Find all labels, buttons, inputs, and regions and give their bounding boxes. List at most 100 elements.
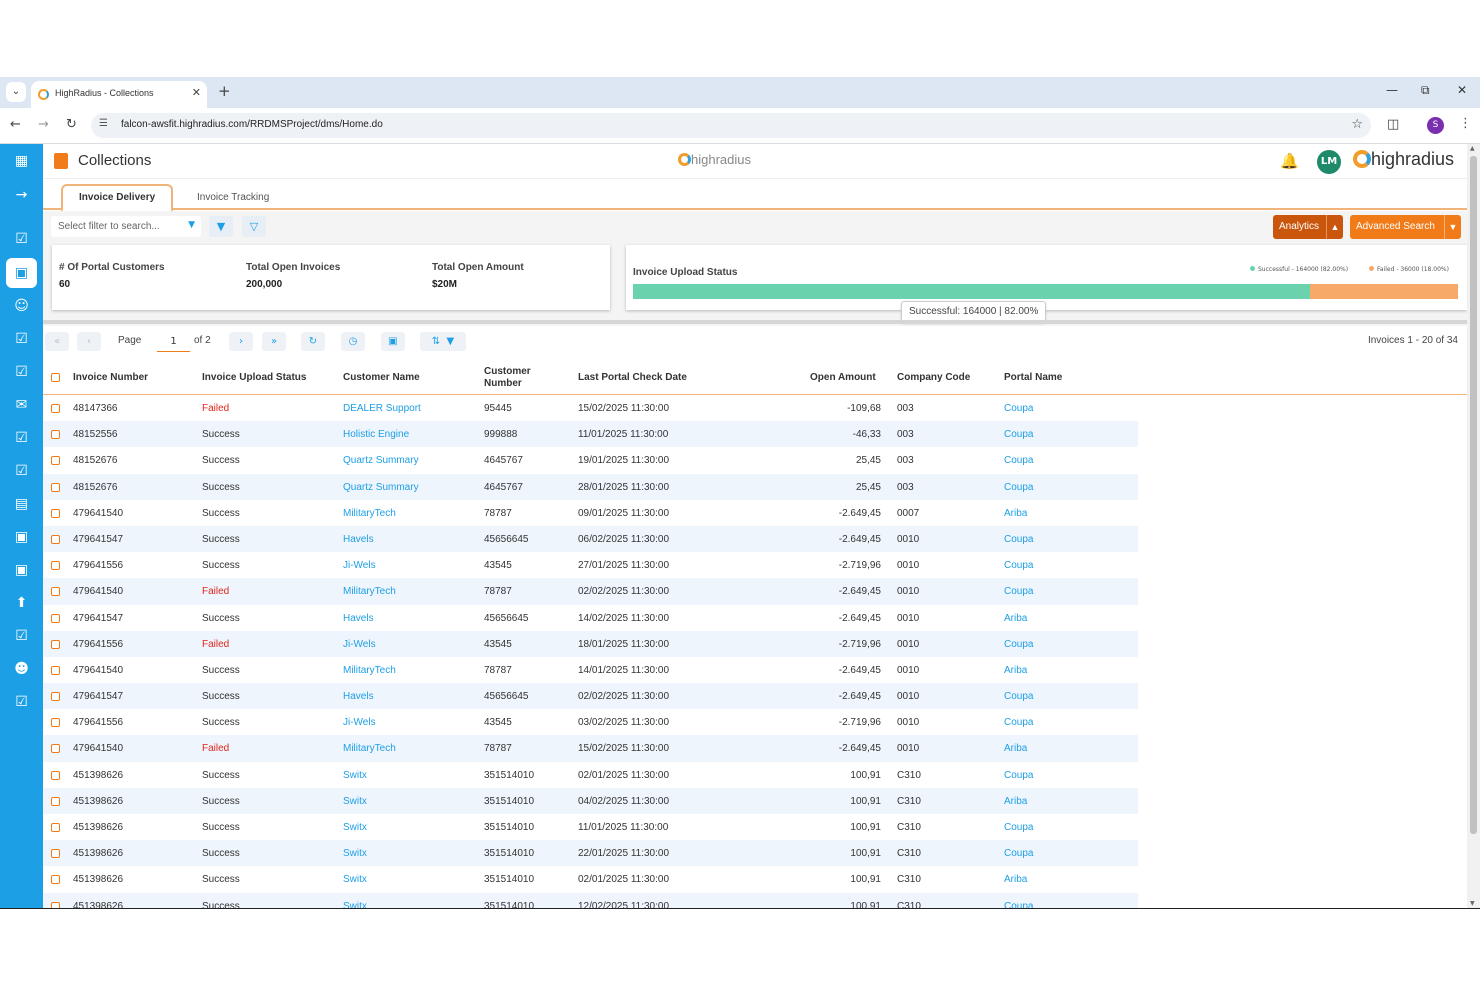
- customer-name-link[interactable]: MilitaryTech: [343, 665, 396, 676]
- reload-icon[interactable]: ↻: [66, 117, 77, 132]
- user-avatar[interactable]: LM: [1317, 150, 1341, 174]
- portal-name-link[interactable]: Coupa: [1004, 822, 1033, 833]
- customer-name-link[interactable]: Quartz Summary: [343, 455, 419, 466]
- table-row[interactable]: 451398626 Success Switx 351514010 04/02/2025…: [43, 787, 1138, 814]
- advanced-search-button[interactable]: Advanced Search ▼: [1350, 215, 1461, 239]
- chevron-up-icon[interactable]: ▲: [1326, 215, 1343, 239]
- last-page-icon[interactable]: »: [262, 332, 286, 351]
- profile-avatar[interactable]: S: [1427, 117, 1444, 134]
- sort-button[interactable]: ⇅ ▼: [420, 332, 466, 351]
- url-field[interactable]: ☰ falcon-awsfit.highradius.com/RRDMSProj…: [91, 113, 1371, 138]
- row-checkbox[interactable]: [51, 613, 60, 623]
- portal-name-link[interactable]: Coupa: [1004, 429, 1033, 440]
- checklist-icon[interactable]: ☑: [0, 324, 43, 354]
- extensions-icon[interactable]: ◫: [1387, 117, 1399, 132]
- table-row[interactable]: 451398626 Success Switx 351514010 02/01/2025…: [43, 762, 1138, 788]
- col-upload-status[interactable]: Invoice Upload Status: [202, 372, 306, 384]
- table-row[interactable]: 479641547 Success Havels 45656645 02/02/2025…: [43, 683, 1138, 710]
- history-icon[interactable]: ◷: [341, 332, 365, 351]
- customer-name-link[interactable]: Havels: [343, 613, 374, 624]
- checklist-icon[interactable]: ☑: [0, 687, 43, 717]
- customer-name-link[interactable]: Switx: [343, 796, 367, 807]
- row-checkbox[interactable]: [51, 587, 60, 597]
- browser-menu-icon[interactable]: ⋮: [1459, 116, 1472, 131]
- customer-name-link[interactable]: Quartz Summary: [343, 482, 419, 493]
- select-all-checkbox[interactable]: [51, 373, 60, 382]
- portal-name-link[interactable]: Ariba: [1004, 508, 1027, 519]
- page-input[interactable]: 1: [157, 332, 190, 352]
- customer-name-link[interactable]: Switx: [343, 874, 367, 885]
- col-customer-name[interactable]: Customer Name: [343, 372, 420, 384]
- portal-name-link[interactable]: Ariba: [1004, 874, 1027, 885]
- portal-name-link[interactable]: Coupa: [1004, 455, 1033, 466]
- table-row[interactable]: 479641547 Success Havels 45656645 06/02/2025…: [43, 525, 1138, 553]
- row-checkbox[interactable]: [51, 875, 60, 885]
- checklist-icon[interactable]: ☑: [0, 423, 43, 453]
- forward-icon[interactable]: →: [38, 117, 49, 132]
- inbox-icon[interactable]: ▣: [0, 522, 43, 552]
- portal-name-link[interactable]: Coupa: [1004, 482, 1033, 493]
- apps-icon[interactable]: ▦: [0, 146, 43, 176]
- next-page-icon[interactable]: ›: [229, 332, 253, 351]
- customer-name-link[interactable]: Switx: [343, 770, 367, 781]
- col-open-amount[interactable]: Open Amount: [810, 372, 876, 384]
- customer-name-link[interactable]: Holistic Engine: [343, 429, 409, 440]
- portal-name-link[interactable]: Coupa: [1004, 560, 1033, 571]
- portal-name-link[interactable]: Ariba: [1004, 613, 1027, 624]
- portal-name-link[interactable]: Coupa: [1004, 848, 1033, 859]
- expand-icon[interactable]: →: [0, 180, 43, 210]
- table-row[interactable]: 451398626 Success Switx 351514010 11/01/2025…: [43, 814, 1138, 840]
- table-row[interactable]: 479641547 Success Havels 45656645 14/02/2025…: [43, 605, 1138, 631]
- customer-name-link[interactable]: Havels: [343, 691, 374, 702]
- portal-name-link[interactable]: Coupa: [1004, 717, 1033, 728]
- tab-search-dropdown-icon[interactable]: ⌄: [6, 82, 26, 102]
- users-icon[interactable]: ☺: [0, 291, 43, 321]
- filter-select[interactable]: Select filter to search... ▼: [51, 216, 201, 237]
- clear-filter-icon[interactable]: ▽: [242, 216, 266, 237]
- row-checkbox[interactable]: [51, 561, 60, 571]
- save-icon[interactable]: ▣: [381, 332, 405, 351]
- briefcase-icon[interactable]: ▣: [6, 258, 37, 288]
- row-checkbox[interactable]: [51, 456, 60, 466]
- table-row[interactable]: 479641540 Success MilitaryTech 78787 09/01/2…: [43, 500, 1138, 526]
- checklist-icon[interactable]: ☑: [0, 357, 43, 387]
- mail-check-icon[interactable]: ✉: [0, 390, 43, 420]
- portal-name-link[interactable]: Ariba: [1004, 665, 1027, 676]
- customer-name-link[interactable]: Switx: [343, 848, 367, 859]
- customer-name-link[interactable]: DEALER Support: [343, 403, 421, 414]
- col-customer-number[interactable]: Customer Number: [484, 366, 544, 390]
- table-row[interactable]: 479641556 Success Ji-Wels 43545 27/01/2025 1…: [43, 552, 1138, 578]
- table-row[interactable]: 451398626 Success Switx 351514010 12/02/2025…: [43, 892, 1138, 908]
- customer-name-link[interactable]: MilitaryTech: [343, 586, 396, 597]
- portal-name-link[interactable]: Coupa: [1004, 534, 1033, 545]
- portal-name-link[interactable]: Coupa: [1004, 403, 1033, 414]
- col-portal-name[interactable]: Portal Name: [1004, 372, 1062, 384]
- row-checkbox[interactable]: [51, 718, 60, 728]
- table-row[interactable]: 451398626 Success Switx 351514010 22/01/2025…: [43, 840, 1138, 867]
- chevron-down-icon[interactable]: ▼: [1444, 215, 1461, 239]
- customer-name-link[interactable]: MilitaryTech: [343, 508, 396, 519]
- portal-name-link[interactable]: Coupa: [1004, 639, 1033, 650]
- checklist-icon[interactable]: ☑: [0, 456, 43, 486]
- col-company-code[interactable]: Company Code: [897, 372, 970, 384]
- table-row[interactable]: 48152676 Success Quartz Summary 4645767 19/0…: [43, 447, 1138, 473]
- row-checkbox[interactable]: [51, 430, 60, 440]
- portal-name-link[interactable]: Coupa: [1004, 691, 1033, 702]
- portal-name-link[interactable]: Coupa: [1004, 586, 1033, 597]
- close-window-icon[interactable]: ✕: [1457, 83, 1467, 97]
- customer-name-link[interactable]: Switx: [343, 822, 367, 833]
- tab-invoice-tracking[interactable]: Invoice Tracking: [181, 186, 285, 212]
- contact-card-icon[interactable]: ☻: [0, 654, 43, 684]
- row-checkbox[interactable]: [51, 849, 60, 859]
- upload-status-success-segment[interactable]: [633, 284, 1310, 299]
- row-checkbox[interactable]: [51, 404, 60, 413]
- refresh-icon[interactable]: ↻: [301, 332, 325, 351]
- customer-name-link[interactable]: Havels: [343, 534, 374, 545]
- prev-page-icon[interactable]: ‹: [77, 332, 101, 351]
- row-checkbox[interactable]: [51, 692, 60, 702]
- scrollbar-thumb[interactable]: [1470, 156, 1477, 834]
- tab-invoice-delivery[interactable]: Invoice Delivery: [61, 184, 174, 212]
- page-scrollbar[interactable]: ▲ ▼: [1467, 144, 1480, 908]
- portal-name-link[interactable]: Ariba: [1004, 796, 1027, 807]
- customer-name-link[interactable]: Ji-Wels: [343, 560, 376, 571]
